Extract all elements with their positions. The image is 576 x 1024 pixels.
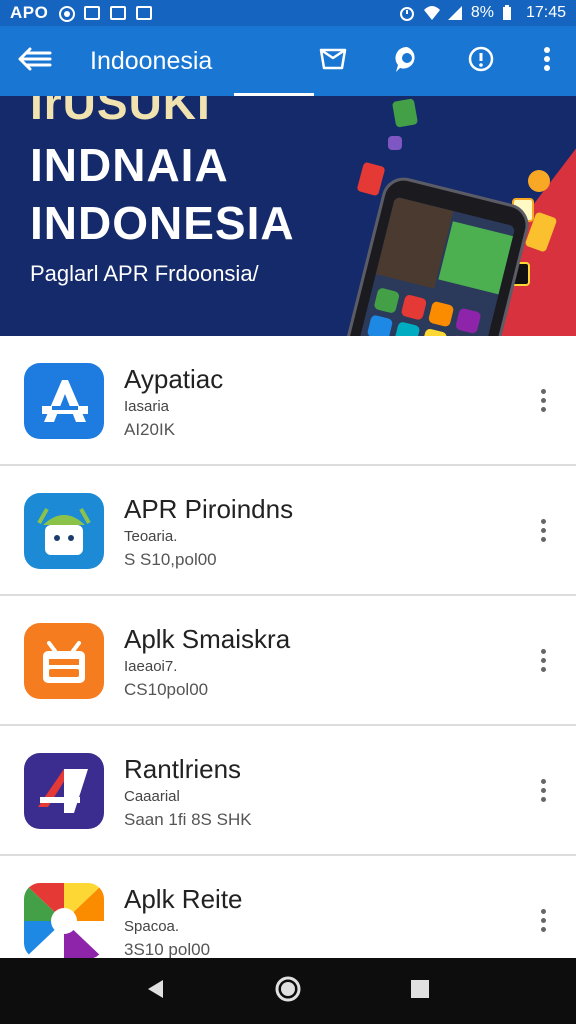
nav-recents-button[interactable]: [390, 961, 450, 1021]
app-name: Aplk Smaiskra: [124, 624, 291, 654]
arrow-back-icon: [18, 46, 52, 77]
system-nav-bar: [0, 958, 576, 1024]
overflow-menu-icon: [543, 46, 551, 76]
app-list: Aypatiac Iasaria AI20IK APR Piroindns Te…: [0, 336, 576, 986]
banner-subtitle: Paglarl APR Frdoonsia/: [30, 261, 259, 286]
pinwheel-icon: [24, 883, 104, 959]
info-icon: [467, 45, 495, 78]
alarm-icon: [399, 5, 415, 21]
overflow-menu-icon[interactable]: [528, 640, 558, 680]
a-arrow-icon: [24, 753, 104, 829]
floating-app-icon: [391, 98, 419, 128]
promo-banner[interactable]: IrUSUKI INDNAIA INDONESIA Paglarl APR Fr…: [0, 96, 576, 336]
app-meta: 3S10 pol00: [124, 940, 211, 959]
clock: 17:45: [525, 4, 566, 21]
list-item[interactable]: Rantlriens Caaarial Saan 1fi 8S SHK: [0, 726, 576, 856]
floating-app-icon: [356, 161, 386, 197]
box-icon: [24, 623, 104, 699]
info-button[interactable]: [444, 26, 518, 96]
overflow-menu-button[interactable]: [518, 26, 576, 96]
app-name: Aypatiac: [124, 364, 224, 394]
nav-home-button[interactable]: [258, 961, 318, 1021]
overflow-menu-icon[interactable]: [528, 900, 558, 940]
app-meta: Saan 1fi 8S SHK: [124, 810, 252, 829]
wifi-icon: [423, 5, 440, 21]
list-item[interactable]: APR Piroindns Teoaria. S S10,pol00: [0, 466, 576, 596]
gallery-notification-icon: [136, 6, 153, 20]
recents-square-icon: [409, 978, 431, 1005]
page-title: Indoonesia: [90, 46, 213, 75]
lock-notification-icon: [110, 6, 127, 20]
overflow-menu-icon[interactable]: [528, 510, 558, 550]
robot-icon: [24, 493, 104, 569]
signal-icon: [447, 5, 463, 21]
nav-back-button[interactable]: [126, 961, 186, 1021]
battery-icon: [502, 5, 518, 21]
app-category: Caaarial: [124, 788, 180, 805]
status-bar: APO 8% 17:45: [0, 0, 576, 26]
battery-level: 8%: [470, 4, 494, 21]
banner-line-2: INDNAIA: [30, 139, 229, 191]
phone-illustration: [336, 172, 534, 336]
app-name: Aplk Reite: [124, 884, 243, 914]
home-circle-icon: [275, 976, 301, 1007]
tray-button[interactable]: [296, 26, 370, 96]
app-category: Spacoa.: [124, 918, 180, 935]
app-name: APR Piroindns: [124, 494, 294, 524]
overflow-menu-icon[interactable]: [528, 380, 558, 420]
list-item[interactable]: Aplk Smaiskra Iaeaoi7. CS10pol00: [0, 596, 576, 726]
back-triangle-icon: [145, 978, 167, 1005]
banner-line-3: INDONESIA: [30, 197, 295, 249]
a-logo-icon: [24, 363, 104, 439]
app-category: Iasaria: [124, 398, 170, 415]
overflow-menu-icon[interactable]: [528, 770, 558, 810]
tray-icon: [318, 46, 348, 77]
app-bar: Indoonesia: [0, 26, 576, 96]
app-meta: S S10,pol00: [124, 550, 217, 569]
status-app-label: APO: [10, 3, 49, 22]
app-category: Teoaria.: [124, 528, 178, 545]
back-button[interactable]: [0, 26, 70, 96]
banner-line-1: IrUSUKI: [30, 96, 211, 129]
floating-app-icon: [388, 136, 402, 150]
floating-app-icon: [528, 170, 550, 192]
app-meta: CS10pol00: [124, 680, 209, 699]
chat-pin-icon: [392, 44, 422, 79]
notification-icon: [58, 5, 76, 22]
list-item[interactable]: Aypatiac Iasaria AI20IK: [0, 336, 576, 466]
app-category: Iaeaoi7.: [124, 658, 178, 675]
app-meta: AI20IK: [124, 420, 176, 439]
app-name: Rantlriens: [124, 754, 242, 784]
chat-button[interactable]: [370, 26, 444, 96]
image-notification-icon: [84, 6, 101, 20]
